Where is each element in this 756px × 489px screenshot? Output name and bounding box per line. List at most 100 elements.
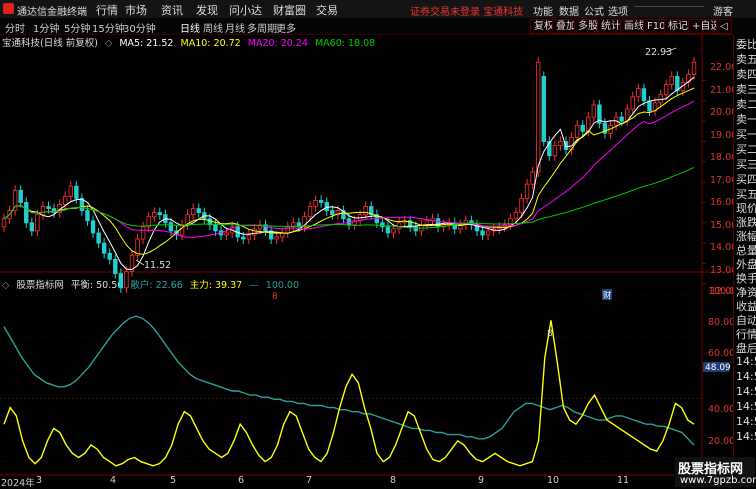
candle-body xyxy=(124,271,129,289)
candle-body xyxy=(663,84,669,96)
candle-body xyxy=(85,210,90,222)
candle-body xyxy=(101,242,107,254)
candle-body xyxy=(313,200,318,207)
candle-body xyxy=(513,212,519,220)
candle-body xyxy=(241,236,246,240)
finance-event-label: 财 xyxy=(603,290,612,301)
candle-body xyxy=(346,218,352,226)
candle-body xyxy=(18,189,23,203)
candle-body xyxy=(552,145,558,157)
candle-body xyxy=(530,171,535,185)
candle-body xyxy=(658,94,663,104)
high-annotation: 22.93 xyxy=(645,47,672,58)
oscillator-lines xyxy=(3,315,695,467)
candle-body xyxy=(330,210,335,216)
candle-body xyxy=(524,183,530,199)
rp-time-2: 14:5 xyxy=(736,370,756,383)
rp-time-5: 14:5 xyxy=(736,415,756,428)
candle-body xyxy=(519,197,524,214)
watermark-url: www.7gpzb.com xyxy=(680,475,756,486)
candle-body xyxy=(363,206,368,216)
candle-body xyxy=(1,218,7,228)
rp-buy3: 买三 xyxy=(736,158,756,171)
osc-tick-40: 40.00 xyxy=(708,404,736,415)
candle-body xyxy=(591,104,597,118)
candle-body xyxy=(641,88,647,102)
candle-body xyxy=(213,224,218,232)
candle-body xyxy=(380,222,385,228)
osc-tick-20: 20.00 xyxy=(708,436,736,447)
price-grid xyxy=(702,80,706,285)
ma-lines xyxy=(3,76,695,271)
candle-body xyxy=(424,220,430,226)
date-jul: 7 xyxy=(306,475,313,486)
candle-body xyxy=(480,230,485,236)
candle-body xyxy=(691,61,697,75)
date-sep: 9 xyxy=(478,475,485,486)
rp-sell3: 卖三 xyxy=(736,83,756,96)
candle-body xyxy=(40,206,46,216)
date-oct: 10 xyxy=(547,475,560,486)
candle-body xyxy=(630,96,635,110)
rp-sell1: 卖一 xyxy=(736,113,756,126)
date-axis: 2024年 3 4 5 6 7 8 9 10 11 xyxy=(0,475,700,489)
osc-tick-60: 60.00 xyxy=(708,348,736,359)
candle-body xyxy=(558,141,563,146)
rp-after-hours[interactable]: 盘后 xyxy=(736,340,756,356)
rp-buy1: 买一 xyxy=(736,128,756,141)
candle-body xyxy=(396,222,402,230)
candle-body xyxy=(252,228,257,236)
date-nov: 11 xyxy=(617,475,630,486)
candle-body xyxy=(196,208,201,214)
candle-body xyxy=(118,273,124,289)
candle-body xyxy=(179,224,185,236)
candle-body xyxy=(63,195,68,205)
candle-body xyxy=(113,258,118,274)
candlestick-series xyxy=(1,57,697,293)
event-marker-8: 8 xyxy=(272,292,278,302)
rp-sell4: 卖四 xyxy=(736,68,756,81)
candle-body xyxy=(307,206,313,218)
watermark: 股票指标网 www.7gpzb.com xyxy=(675,457,756,487)
candle-body xyxy=(385,226,391,234)
rp-sell2: 卖二 xyxy=(736,98,756,111)
candle-body xyxy=(29,222,35,232)
chart-canvas[interactable]: 22.93 11.52 8 8 财 48.09 xyxy=(0,0,756,487)
candle-body xyxy=(318,200,324,203)
candle-body xyxy=(74,185,79,199)
candle-body xyxy=(152,212,157,218)
candle-body xyxy=(636,88,641,98)
candle-body xyxy=(35,214,40,232)
date-may: 5 xyxy=(170,475,177,486)
candle-body xyxy=(246,234,252,240)
candle-body xyxy=(190,208,196,216)
candle-body xyxy=(90,220,96,234)
rp-time-1: 14:5 xyxy=(736,355,756,368)
rp-sell5: 卖五 xyxy=(736,53,756,66)
candle-body xyxy=(96,232,101,244)
rp-time-4: 14:5 xyxy=(736,400,756,413)
candle-body xyxy=(274,236,279,240)
candle-body xyxy=(68,185,73,197)
osc-tick-80: 80.00 xyxy=(708,317,736,328)
candle-body xyxy=(107,252,112,260)
candle-body xyxy=(647,100,652,112)
candle-body xyxy=(541,76,546,142)
date-mar: 3 xyxy=(36,475,43,486)
ma5-line xyxy=(3,76,695,271)
rp-time-6: 14:5 xyxy=(736,430,756,443)
candle-body xyxy=(669,76,674,85)
osc-tick-100: 100.0 xyxy=(708,286,736,297)
candle-body xyxy=(574,124,580,138)
candle-body xyxy=(391,228,396,234)
rp-buy2: 买二 xyxy=(736,143,756,156)
rp-weibi: 委比 xyxy=(736,38,756,51)
candle-body xyxy=(619,116,624,122)
candle-body xyxy=(324,202,329,211)
quote-side-panel: 委比 卖五 卖四 卖三 卖二 卖一 买一 买二 买三 买四 买五 现价 涨跌 涨… xyxy=(733,34,756,487)
rp-time-3: 14:5 xyxy=(736,385,756,398)
candle-body xyxy=(168,222,174,232)
osc-peak-marker: 8 xyxy=(547,329,553,339)
candle-body xyxy=(580,124,585,132)
candle-body xyxy=(535,61,541,173)
